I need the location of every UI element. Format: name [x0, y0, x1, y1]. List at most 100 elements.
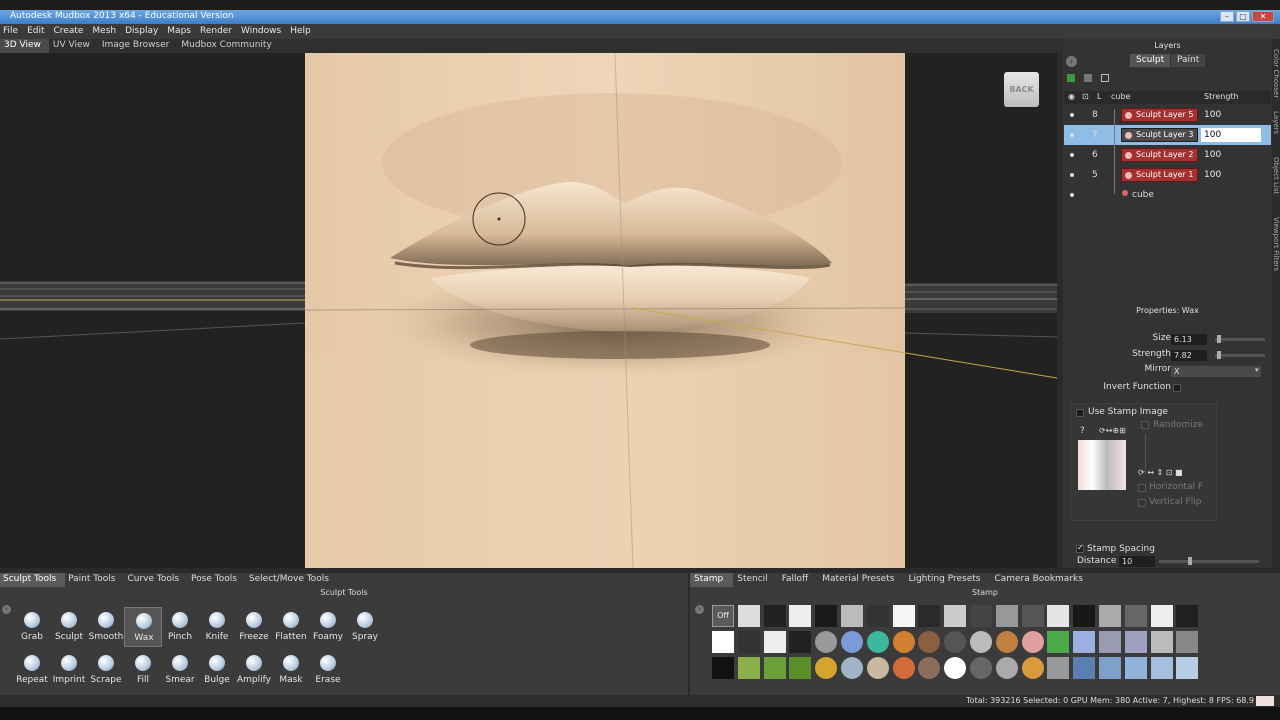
menu-windows[interactable]: Windows [238, 24, 287, 39]
stamp-off-button[interactable]: Off [712, 605, 734, 627]
menu-render[interactable]: Render [197, 24, 238, 39]
stamp-thumbnail[interactable] [815, 605, 838, 627]
tab-layers[interactable]: Layers [1272, 111, 1280, 134]
stamp-thumbnail[interactable] [995, 631, 1018, 653]
stamp-thumbnail[interactable] [737, 657, 760, 679]
tab-select-move-tools[interactable]: Select/Move Tools [246, 573, 338, 587]
layer-name[interactable]: Sculpt Layer 1 [1121, 168, 1198, 182]
mirror-select[interactable]: X [1171, 366, 1261, 377]
layer-name[interactable]: Sculpt Layer 3 [1121, 128, 1198, 142]
tab-paint-tools[interactable]: Paint Tools [65, 573, 124, 587]
chevron-down-icon[interactable]: ▾ [1255, 366, 1259, 374]
stamp-thumbnail[interactable] [1047, 657, 1070, 679]
stamp-thumbnail[interactable] [1176, 631, 1199, 653]
layer-row-base[interactable]: cube [1064, 185, 1271, 205]
menu-edit[interactable]: Edit [24, 24, 50, 39]
layer-strength[interactable]: 100 [1204, 150, 1221, 160]
stamp-thumbnail[interactable] [789, 657, 812, 679]
stamp-thumbnail[interactable] [918, 657, 941, 679]
strength-slider-handle[interactable] [1217, 351, 1222, 359]
stamp-thumbnail[interactable] [1124, 605, 1147, 627]
size-slider[interactable] [1215, 338, 1265, 341]
help-icon[interactable]: ? [1080, 426, 1085, 436]
tab-material-presets[interactable]: Material Presets [818, 573, 904, 587]
tab-3d-view[interactable]: 3D View [0, 39, 49, 53]
vertical-flip-checkbox[interactable] [1138, 499, 1146, 507]
tab-lighting-presets[interactable]: Lighting Presets [904, 573, 990, 587]
stamp-thumbnail[interactable] [866, 631, 889, 653]
stamp-thumbnail[interactable] [1021, 657, 1044, 679]
stamp-thumbnail[interactable] [995, 605, 1018, 627]
stamp-thumbnail[interactable] [841, 605, 863, 627]
layer-row-selected[interactable]: 7 Sculpt Layer 3 100 [1064, 125, 1271, 145]
stamp-thumbnail[interactable] [712, 631, 734, 653]
stamp-thumbnail[interactable] [1176, 605, 1199, 627]
stamp-thumbnail[interactable] [970, 631, 992, 653]
tab-pose-tools[interactable]: Pose Tools [188, 573, 246, 587]
distance-field[interactable]: 10 [1119, 556, 1155, 567]
horizontal-flip-checkbox[interactable] [1138, 484, 1146, 492]
visibility-icon[interactable] [1070, 153, 1074, 157]
layer-name[interactable]: Sculpt Layer 2 [1121, 148, 1198, 162]
stamp-thumbnail[interactable] [918, 605, 941, 627]
tab-mudbox-community[interactable]: Mudbox Community [177, 39, 279, 53]
stamp-thumbnail[interactable] [1150, 657, 1173, 679]
layer-row[interactable]: 5 Sculpt Layer 1 100 [1064, 165, 1271, 185]
invert-function-checkbox[interactable] [1173, 384, 1181, 392]
stamp-thumbnail[interactable] [866, 605, 889, 627]
strength-slider[interactable] [1215, 354, 1265, 357]
stamp-thumbnail[interactable] [892, 631, 915, 653]
stamp-thumbnail[interactable] [944, 657, 967, 679]
tab-stencil[interactable]: Stencil [733, 573, 777, 587]
tab-sculpt-tools[interactable]: Sculpt Tools [0, 573, 66, 587]
stamp-thumbnail[interactable] [970, 657, 992, 679]
layer-strength-input[interactable]: 100 [1204, 130, 1221, 140]
size-slider-handle[interactable] [1217, 335, 1222, 343]
stamp-thumbnail[interactable] [1150, 631, 1173, 653]
transform-icons[interactable]: ⟳ ↔ ⇕ ⊡ ■ [1138, 468, 1183, 477]
stamp-thumbnail[interactable] [1021, 631, 1044, 653]
tab-camera-bookmarks[interactable]: Camera Bookmarks [990, 573, 1092, 587]
stamp-spacing-checkbox[interactable] [1076, 543, 1084, 553]
stamp-thumbnail[interactable] [763, 657, 786, 679]
layer-strength[interactable]: 100 [1204, 170, 1221, 180]
stamp-thumbnail[interactable] [1099, 631, 1121, 653]
rotate-flip-icons[interactable]: ⟳↔⊕⊞ [1099, 426, 1126, 435]
minimize-button[interactable]: – [1220, 11, 1234, 22]
stamp-thumbnail[interactable] [737, 631, 760, 653]
stamp-thumbnail[interactable] [892, 605, 915, 627]
visibility-icon[interactable] [1070, 133, 1074, 137]
stamp-preview-image[interactable] [1078, 440, 1126, 490]
tab-sculpt-layers[interactable]: Sculpt [1130, 54, 1171, 67]
stamp-thumbnail[interactable] [841, 631, 863, 653]
chevron-right-icon[interactable]: › [695, 605, 704, 614]
randomize-checkbox[interactable] [1141, 421, 1149, 429]
maximize-button[interactable]: □ [1236, 11, 1250, 22]
layer-row[interactable]: 6 Sculpt Layer 2 100 [1064, 145, 1271, 165]
viewport-3d[interactable]: BACK [0, 53, 1057, 568]
delete-layer-icon[interactable] [1084, 74, 1092, 82]
visibility-icon[interactable] [1070, 113, 1074, 117]
tab-viewport-filters[interactable]: Viewport Filters [1272, 217, 1280, 271]
stamp-thumbnail[interactable] [1047, 605, 1070, 627]
tab-object-list[interactable]: Object List [1272, 157, 1280, 194]
menu-create[interactable]: Create [51, 24, 90, 39]
tab-paint-layers[interactable]: Paint [1171, 54, 1206, 67]
menu-maps[interactable]: Maps [164, 24, 197, 39]
stamp-thumbnail[interactable] [1073, 605, 1096, 627]
layer-options-icon[interactable] [1101, 74, 1109, 82]
stamp-thumbnail[interactable] [737, 605, 760, 627]
chevron-right-icon[interactable]: › [2, 605, 11, 614]
menu-help[interactable]: Help [287, 24, 317, 39]
stamp-thumbnail[interactable] [1099, 605, 1121, 627]
size-field[interactable]: 6.13 [1171, 334, 1207, 345]
stamp-thumbnail[interactable] [1124, 631, 1147, 653]
back-button[interactable]: BACK [1004, 72, 1039, 107]
new-layer-icon[interactable] [1067, 74, 1075, 82]
close-button[interactable]: ✕ [1252, 11, 1274, 22]
stamp-thumbnail[interactable] [866, 657, 889, 679]
scene-render[interactable] [0, 53, 1057, 568]
menu-display[interactable]: Display [122, 24, 164, 39]
stamp-thumbnail[interactable] [712, 657, 734, 679]
stamp-thumbnail[interactable] [841, 657, 863, 679]
